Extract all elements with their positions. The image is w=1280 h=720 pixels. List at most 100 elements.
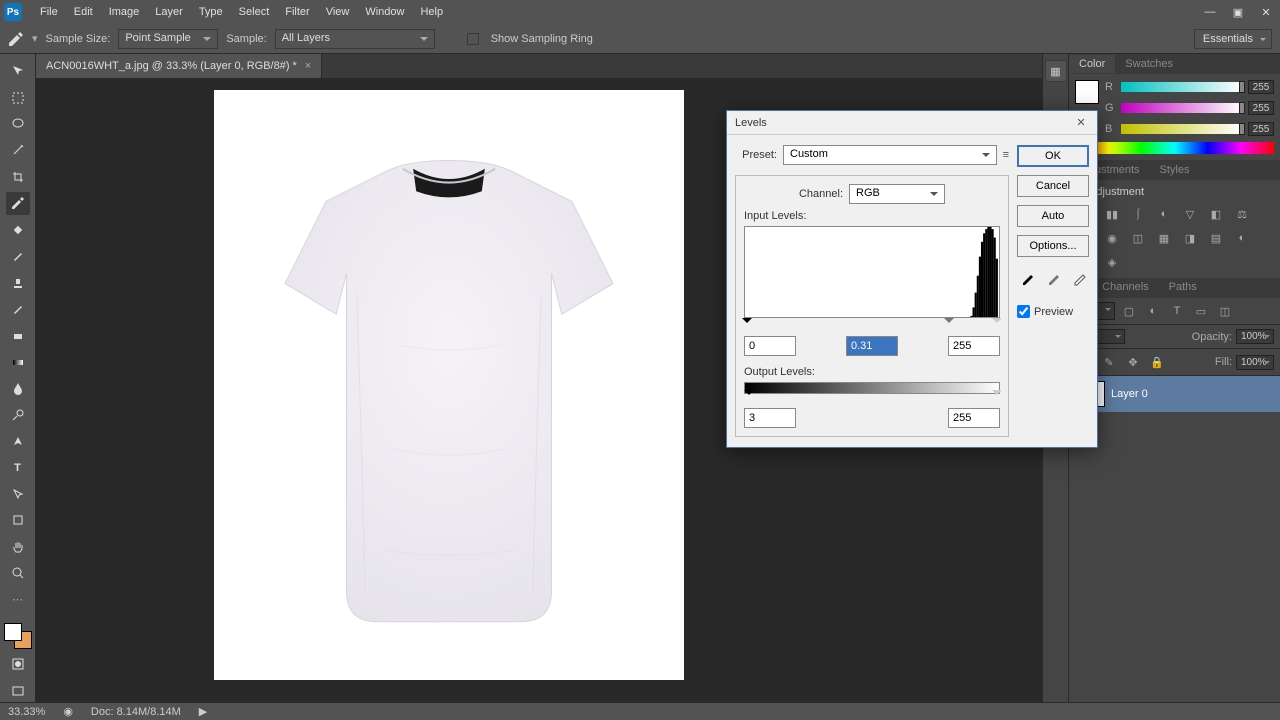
invert-icon[interactable]: ◨ bbox=[1179, 228, 1201, 248]
preset-select[interactable]: Custom bbox=[783, 145, 997, 165]
filter-type-icon[interactable]: T bbox=[1167, 302, 1187, 320]
menu-edit[interactable]: Edit bbox=[66, 2, 101, 22]
quickmask-toggle[interactable] bbox=[6, 653, 30, 675]
input-black-field[interactable] bbox=[744, 336, 796, 356]
maximize-button[interactable]: ▣ bbox=[1224, 2, 1252, 22]
history-brush-tool[interactable] bbox=[6, 298, 30, 320]
r-slider[interactable] bbox=[1121, 82, 1242, 92]
b-slider[interactable] bbox=[1121, 124, 1242, 134]
type-tool[interactable]: T bbox=[6, 456, 30, 478]
workspace-select[interactable]: Essentials bbox=[1194, 29, 1272, 49]
cancel-button[interactable]: Cancel bbox=[1017, 175, 1089, 197]
eyedropper-tool[interactable] bbox=[6, 192, 30, 214]
hue-icon[interactable]: ◧ bbox=[1205, 204, 1227, 224]
move-tool[interactable] bbox=[6, 60, 30, 82]
chevron-down-icon[interactable]: ▾ bbox=[32, 32, 38, 45]
dodge-tool[interactable] bbox=[6, 403, 30, 425]
edit-toolbar[interactable]: ⋯ bbox=[6, 588, 30, 610]
fill-select[interactable]: 100% bbox=[1236, 355, 1274, 370]
show-sampling-checkbox[interactable] bbox=[467, 33, 479, 45]
close-icon[interactable]: × bbox=[305, 60, 311, 72]
menu-select[interactable]: Select bbox=[231, 2, 278, 22]
balance-icon[interactable]: ⚖ bbox=[1231, 204, 1253, 224]
output-white-handle[interactable] bbox=[992, 390, 1002, 400]
marquee-tool[interactable] bbox=[6, 86, 30, 108]
eraser-tool[interactable] bbox=[6, 324, 30, 346]
output-gradient[interactable] bbox=[744, 382, 1000, 394]
photo-filter-icon[interactable]: ◉ bbox=[1101, 228, 1123, 248]
zoom-tool[interactable] bbox=[6, 562, 30, 584]
filter-adjustment-icon[interactable]: ◐ bbox=[1143, 302, 1163, 320]
dialog-titlebar[interactable]: Levels ✕ bbox=[727, 111, 1097, 135]
paths-tab[interactable]: Paths bbox=[1159, 278, 1207, 298]
white-sampler-icon[interactable] bbox=[1069, 271, 1089, 291]
g-value[interactable]: 255 bbox=[1248, 101, 1274, 115]
exposure-icon[interactable]: ◐ bbox=[1153, 204, 1175, 224]
g-slider[interactable] bbox=[1121, 103, 1242, 113]
menu-image[interactable]: Image bbox=[101, 2, 148, 22]
color-tab[interactable]: Color bbox=[1069, 55, 1115, 73]
preset-menu-icon[interactable]: ≡ bbox=[1003, 149, 1009, 161]
zoom-value[interactable]: 33.33% bbox=[8, 706, 45, 718]
gray-sampler-icon[interactable] bbox=[1043, 271, 1063, 291]
menu-layer[interactable]: Layer bbox=[147, 2, 191, 22]
vibrance-icon[interactable]: ▽ bbox=[1179, 204, 1201, 224]
color-swatches[interactable] bbox=[4, 623, 32, 649]
options-button[interactable]: Options... bbox=[1017, 235, 1089, 257]
input-gamma-field[interactable] bbox=[846, 336, 898, 356]
lock-position-icon[interactable]: ✥ bbox=[1123, 353, 1143, 371]
magic-wand-tool[interactable] bbox=[6, 139, 30, 161]
channel-mixer-icon[interactable]: ◫ bbox=[1127, 228, 1149, 248]
minimize-button[interactable]: — bbox=[1196, 2, 1224, 22]
chevron-right-icon[interactable]: ▶ bbox=[199, 705, 207, 718]
color-preview[interactable] bbox=[1075, 80, 1099, 104]
preview-checkbox-input[interactable] bbox=[1017, 305, 1030, 318]
shape-tool[interactable] bbox=[6, 509, 30, 531]
auto-button[interactable]: Auto bbox=[1017, 205, 1089, 227]
lasso-tool[interactable] bbox=[6, 113, 30, 135]
threshold-icon[interactable]: ◐ bbox=[1231, 228, 1253, 248]
hand-tool[interactable] bbox=[6, 536, 30, 558]
channel-select[interactable]: RGB bbox=[849, 184, 945, 204]
curves-icon[interactable]: ⎰ bbox=[1127, 204, 1149, 224]
menu-view[interactable]: View bbox=[318, 2, 358, 22]
history-panel-icon[interactable]: ▦ bbox=[1045, 60, 1067, 82]
input-slider[interactable] bbox=[744, 322, 1000, 332]
output-black-handle[interactable] bbox=[744, 390, 754, 400]
gradient-tool[interactable] bbox=[6, 351, 30, 373]
black-sampler-icon[interactable] bbox=[1017, 271, 1037, 291]
r-value[interactable]: 255 bbox=[1248, 80, 1274, 94]
lookup-icon[interactable]: ▦ bbox=[1153, 228, 1175, 248]
pen-tool[interactable] bbox=[6, 430, 30, 452]
ok-button[interactable]: OK bbox=[1017, 145, 1089, 167]
zoom-indicator-icon[interactable]: ◉ bbox=[63, 705, 73, 718]
color-ramp[interactable] bbox=[1075, 142, 1274, 154]
menu-window[interactable]: Window bbox=[357, 2, 412, 22]
output-black-field[interactable] bbox=[744, 408, 796, 428]
lock-all-icon[interactable]: 🔒 bbox=[1147, 353, 1167, 371]
crop-tool[interactable] bbox=[6, 166, 30, 188]
brush-tool[interactable] bbox=[6, 245, 30, 267]
levels-icon[interactable]: ▮▮ bbox=[1101, 204, 1123, 224]
close-button[interactable]: ✕ bbox=[1252, 2, 1280, 22]
menu-help[interactable]: Help bbox=[412, 2, 451, 22]
swatches-tab[interactable]: Swatches bbox=[1115, 55, 1183, 73]
foreground-color-swatch[interactable] bbox=[4, 623, 22, 641]
path-select-tool[interactable] bbox=[6, 483, 30, 505]
healing-tool[interactable] bbox=[6, 219, 30, 241]
channels-tab[interactable]: Channels bbox=[1092, 278, 1158, 298]
posterize-icon[interactable]: ▤ bbox=[1205, 228, 1227, 248]
lock-pixels-icon[interactable]: ✎ bbox=[1099, 353, 1119, 371]
selective-icon[interactable]: ◈ bbox=[1101, 252, 1123, 272]
input-white-field[interactable] bbox=[948, 336, 1000, 356]
sample-size-select[interactable]: Point Sample bbox=[118, 29, 218, 49]
filter-smart-icon[interactable]: ◫ bbox=[1215, 302, 1235, 320]
styles-tab[interactable]: Styles bbox=[1150, 161, 1200, 179]
menu-type[interactable]: Type bbox=[191, 2, 231, 22]
output-slider[interactable] bbox=[744, 394, 1000, 404]
output-white-field[interactable] bbox=[948, 408, 1000, 428]
menu-file[interactable]: File bbox=[32, 2, 66, 22]
document-tab[interactable]: ACN0016WHT_a.jpg @ 33.3% (Layer 0, RGB/8… bbox=[36, 54, 322, 78]
layer-name[interactable]: Layer 0 bbox=[1111, 388, 1148, 400]
close-icon[interactable]: ✕ bbox=[1073, 115, 1089, 131]
